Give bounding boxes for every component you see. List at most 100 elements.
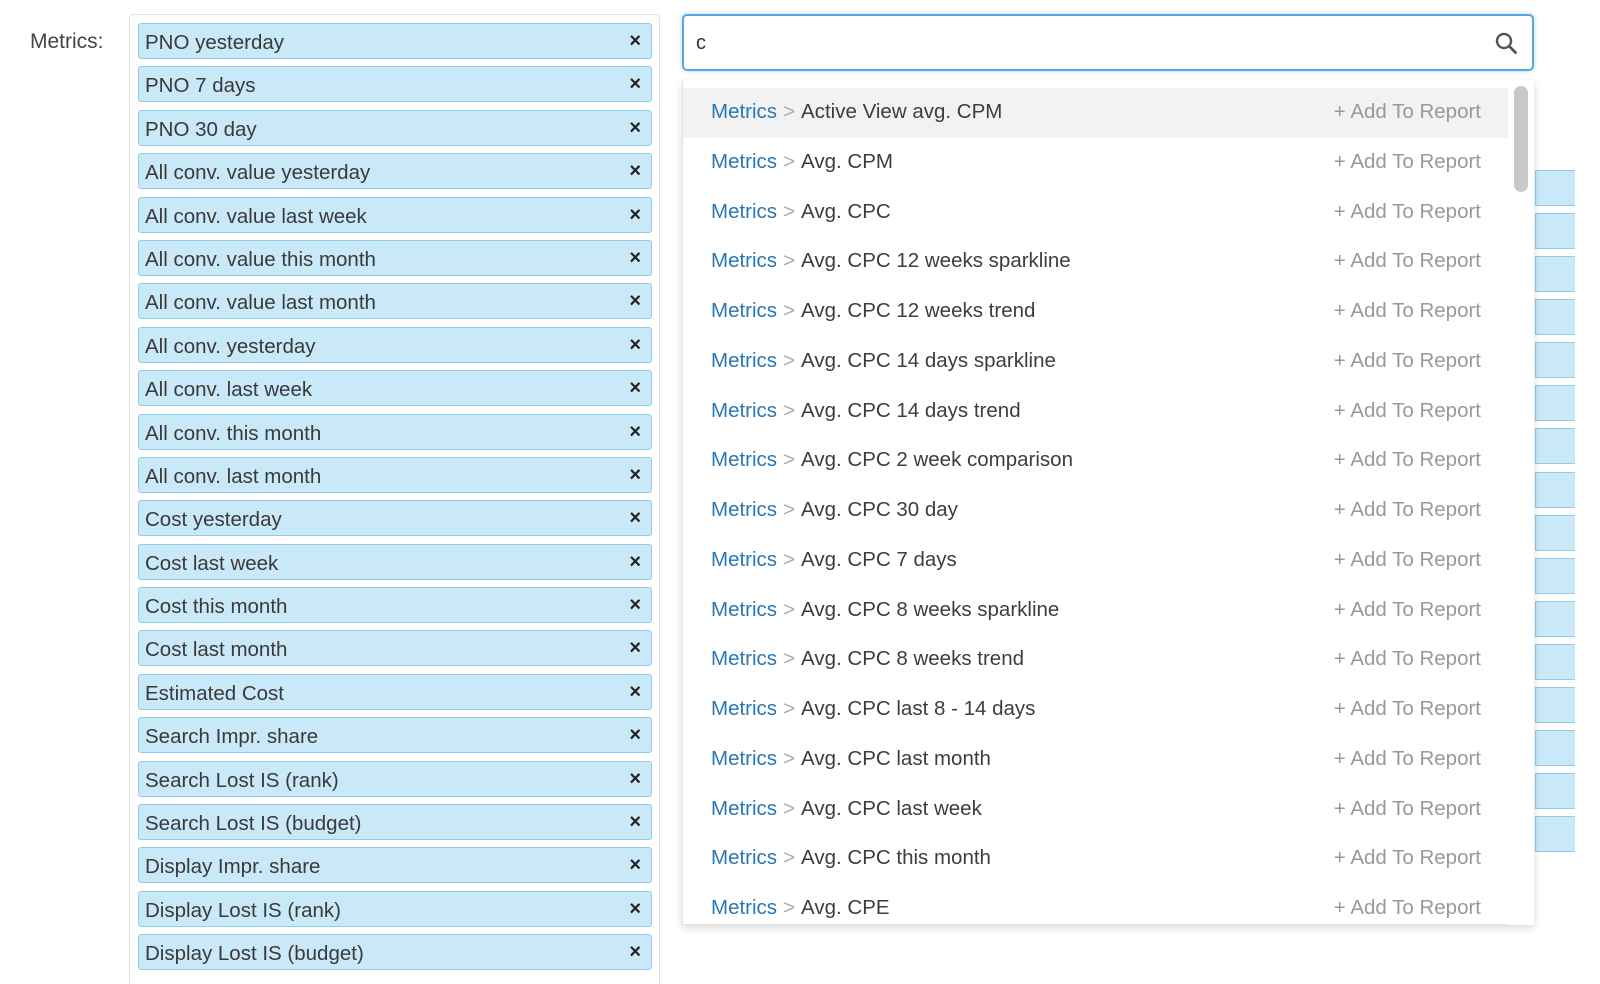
result-category-link[interactable]: Metrics (711, 200, 777, 223)
result-category-link[interactable]: Metrics (711, 150, 777, 173)
search-result-row[interactable]: Metrics > Avg. CPC 2 week comparison + Add … (683, 436, 1509, 486)
search-result-row[interactable]: Metrics > Avg. CPC 12 weeks trend + Add To … (683, 287, 1509, 337)
result-category-link[interactable]: Metrics (711, 299, 777, 322)
remove-tag-button[interactable]: × (629, 247, 641, 269)
remove-tag-button[interactable]: × (629, 637, 641, 659)
result-category-link[interactable]: Metrics (711, 896, 777, 919)
search-result-row[interactable]: Metrics > Avg. CPC this month + Add To Repo… (683, 834, 1509, 884)
background-row (1535, 515, 1575, 551)
search-result-row[interactable]: Metrics > Avg. CPC 14 days trend + Add To R… (683, 387, 1509, 437)
remove-tag-button[interactable]: × (629, 724, 641, 746)
result-breadcrumb: Metrics > Avg. CPC 14 days trend (711, 399, 1021, 423)
result-category-link[interactable]: Metrics (711, 846, 777, 869)
background-row (1535, 256, 1575, 292)
add-to-report-button[interactable]: + Add To Report (1334, 100, 1481, 124)
add-to-report-button[interactable]: + Add To Report (1334, 399, 1481, 423)
remove-tag-button[interactable]: × (629, 941, 641, 963)
remove-tag-button[interactable]: × (629, 73, 641, 95)
remove-tag-button[interactable]: × (629, 334, 641, 356)
add-to-report-button[interactable]: + Add To Report (1334, 150, 1481, 174)
background-row (1535, 601, 1575, 637)
result-breadcrumb: Metrics > Avg. CPC last week (711, 797, 982, 821)
breadcrumb-separator: > (783, 697, 796, 720)
add-to-report-button[interactable]: + Add To Report (1334, 797, 1481, 821)
selected-metric-tag: Cost last week × (138, 543, 652, 580)
result-breadcrumb: Metrics > Avg. CPC last month (711, 747, 991, 771)
search-result-row[interactable]: Metrics > Avg. CPE + Add To Report (683, 884, 1509, 924)
result-category-link[interactable]: Metrics (711, 797, 777, 820)
selected-metric-tag: Display Lost IS (rank) × (138, 890, 652, 927)
result-name: Avg. CPC 12 weeks sparkline (801, 249, 1071, 273)
search-result-row[interactable]: Metrics > Avg. CPC + Add To Report (683, 188, 1509, 238)
add-to-report-button[interactable]: + Add To Report (1334, 747, 1481, 771)
add-to-report-button[interactable]: + Add To Report (1334, 846, 1481, 870)
metric-search-box[interactable] (682, 14, 1534, 71)
add-to-report-button[interactable]: + Add To Report (1334, 299, 1481, 323)
add-to-report-button[interactable]: + Add To Report (1334, 200, 1481, 224)
add-to-report-button[interactable]: + Add To Report (1334, 548, 1481, 572)
remove-tag-button[interactable]: × (629, 117, 641, 139)
result-category-link[interactable]: Metrics (711, 100, 777, 123)
result-category-link[interactable]: Metrics (711, 498, 777, 521)
result-category-link[interactable]: Metrics (711, 349, 777, 372)
search-icon[interactable] (1494, 31, 1518, 55)
add-to-report-button[interactable]: + Add To Report (1334, 647, 1481, 671)
result-breadcrumb: Metrics > Avg. CPC last 8 - 14 days (711, 697, 1035, 721)
add-to-report-button[interactable]: + Add To Report (1334, 448, 1481, 472)
remove-tag-button[interactable]: × (629, 30, 641, 52)
add-to-report-button[interactable]: + Add To Report (1334, 697, 1481, 721)
remove-tag-button[interactable]: × (629, 594, 641, 616)
selected-metric-tag: All conv. value last week × (138, 196, 652, 233)
remove-tag-button[interactable]: × (629, 290, 641, 312)
remove-tag-button[interactable]: × (629, 768, 641, 790)
remove-tag-button[interactable]: × (629, 854, 641, 876)
search-result-row[interactable]: Metrics > Avg. CPC last month + Add To Repo… (683, 735, 1509, 785)
result-name: Avg. CPC 14 days trend (801, 398, 1021, 422)
result-category-link[interactable]: Metrics (711, 399, 777, 422)
add-to-report-button[interactable]: + Add To Report (1334, 598, 1481, 622)
result-category-link[interactable]: Metrics (711, 448, 777, 471)
result-breadcrumb: Metrics > Avg. CPC 14 days sparkline (711, 349, 1056, 373)
result-name: Avg. CPC last week (801, 796, 982, 820)
add-to-report-button[interactable]: + Add To Report (1334, 498, 1481, 522)
result-breadcrumb: Metrics > Avg. CPC 30 day (711, 498, 958, 522)
result-category-link[interactable]: Metrics (711, 548, 777, 571)
search-result-row[interactable]: Metrics > Avg. CPC 7 days + Add To Report (683, 536, 1509, 586)
scrollbar-thumb[interactable] (1514, 86, 1528, 192)
remove-tag-button[interactable]: × (629, 507, 641, 529)
remove-tag-button[interactable]: × (629, 421, 641, 443)
search-result-row[interactable]: Metrics > Active View avg. CPM + Add To Rep… (683, 88, 1509, 138)
remove-tag-button[interactable]: × (629, 377, 641, 399)
result-category-link[interactable]: Metrics (711, 697, 777, 720)
breadcrumb-separator: > (783, 100, 796, 123)
breadcrumb-separator: > (783, 647, 796, 671)
breadcrumb-separator: > (783, 348, 796, 372)
remove-tag-button[interactable]: × (629, 551, 641, 573)
search-result-row[interactable]: Metrics > Avg. CPC last 8 - 14 days + Add T… (683, 685, 1509, 735)
search-result-row[interactable]: Metrics > Avg. CPC 14 days sparkline + Add … (683, 337, 1509, 387)
result-name: Avg. CPC (801, 199, 891, 223)
search-result-row[interactable]: Metrics > Avg. CPC 30 day + Add To Report (683, 486, 1509, 536)
search-result-row[interactable]: Metrics > Avg. CPC 8 weeks trend + Add To R… (683, 635, 1509, 685)
remove-tag-button[interactable]: × (629, 204, 641, 226)
tag-label: All conv. this month (145, 421, 322, 445)
remove-tag-button[interactable]: × (629, 160, 641, 182)
search-result-row[interactable]: Metrics > Avg. CPC 8 weeks sparkline + Add … (683, 586, 1509, 636)
add-to-report-button[interactable]: + Add To Report (1334, 896, 1481, 920)
remove-tag-button[interactable]: × (629, 898, 641, 920)
result-category-link[interactable]: Metrics (711, 598, 777, 621)
add-to-report-button[interactable]: + Add To Report (1334, 349, 1481, 373)
scrollbar-track[interactable] (1508, 80, 1534, 925)
add-to-report-button[interactable]: + Add To Report (1334, 249, 1481, 273)
search-input[interactable] (696, 28, 1476, 58)
search-result-row[interactable]: Metrics > Avg. CPM + Add To Report (683, 138, 1509, 188)
result-category-link[interactable]: Metrics (711, 747, 777, 770)
search-result-row[interactable]: Metrics > Avg. CPC 12 weeks sparkline + Add… (683, 237, 1509, 287)
result-category-link[interactable]: Metrics (711, 647, 777, 670)
remove-tag-button[interactable]: × (629, 681, 641, 703)
search-result-row[interactable]: Metrics > Avg. CPC last week + Add To Repor… (683, 785, 1509, 835)
result-category-link[interactable]: Metrics (711, 249, 777, 272)
remove-tag-button[interactable]: × (629, 811, 641, 833)
breadcrumb-separator: > (783, 597, 796, 621)
remove-tag-button[interactable]: × (629, 464, 641, 486)
